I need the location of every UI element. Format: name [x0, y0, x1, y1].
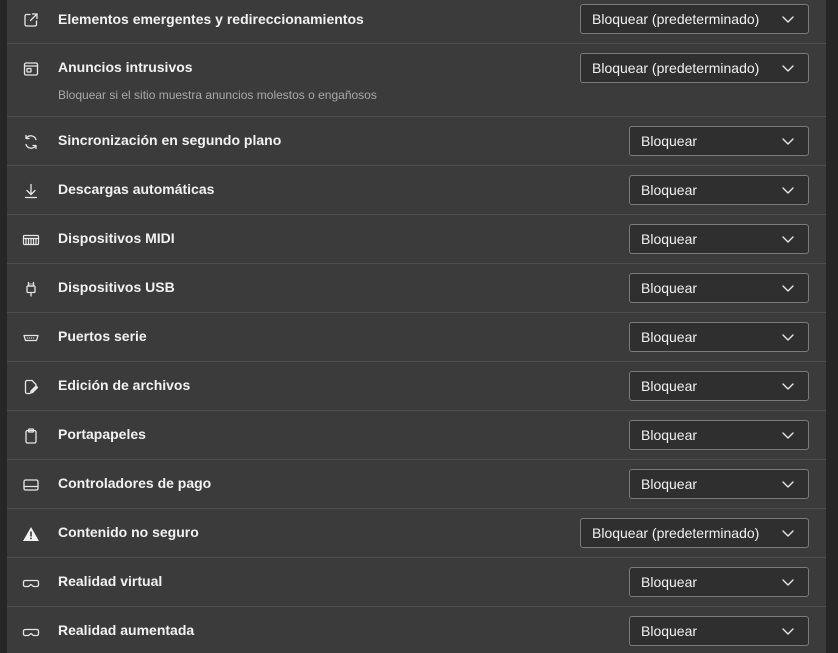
- chevron-down-icon: [782, 479, 794, 489]
- ad-window-icon: [22, 60, 40, 78]
- insecure-content-select[interactable]: Bloquear (predeterminado): [580, 518, 809, 548]
- setting-row-serial: Puertos serie Bloquear: [7, 313, 826, 362]
- clipboard-select[interactable]: Bloquear: [629, 420, 809, 450]
- select-value: Bloquear: [641, 476, 698, 492]
- setting-label: Descargas automáticas: [58, 181, 215, 197]
- setting-row-vr: Realidad virtual Bloquear: [7, 558, 826, 607]
- setting-row-intrusive-ads: Anuncios intrusivos Bloquear si el sitio…: [7, 44, 826, 117]
- setting-description: Bloquear si el sitio muestra anuncios mo…: [58, 88, 377, 102]
- select-value: Bloquear: [641, 329, 698, 345]
- chevron-down-icon: [782, 14, 794, 24]
- chevron-down-icon: [782, 63, 794, 73]
- intrusive-ads-select[interactable]: Bloquear (predeterminado): [580, 53, 809, 83]
- sync-icon: [22, 133, 40, 151]
- setting-label: Puertos serie: [58, 328, 147, 344]
- select-value: Bloquear: [641, 427, 698, 443]
- select-value: Bloquear: [641, 231, 698, 247]
- select-value: Bloquear: [641, 280, 698, 296]
- file-editing-select[interactable]: Bloquear: [629, 371, 809, 401]
- setting-label: Edición de archivos: [58, 377, 191, 393]
- setting-label: Portapapeles: [58, 426, 146, 442]
- warning-icon: [22, 525, 40, 543]
- chevron-down-icon: [782, 332, 794, 342]
- setting-row-background-sync: Sincronización en segundo plano Bloquear: [7, 117, 826, 166]
- piano-keys-icon: [22, 231, 40, 249]
- select-value: Bloquear (predeterminado): [592, 60, 760, 76]
- chevron-down-icon: [782, 528, 794, 538]
- select-value: Bloquear: [641, 182, 698, 198]
- setting-row-popups: Elementos emergentes y redireccionamient…: [7, 0, 826, 44]
- select-value: Bloquear: [641, 378, 698, 394]
- chevron-down-icon: [782, 381, 794, 391]
- setting-row-payment-handlers: Controladores de pago Bloquear: [7, 460, 826, 509]
- setting-row-clipboard: Portapapeles Bloquear: [7, 411, 826, 460]
- ar-headset-icon: [22, 623, 40, 641]
- chevron-down-icon: [782, 626, 794, 636]
- select-value: Bloquear: [641, 574, 698, 590]
- setting-row-insecure-content: Contenido no seguro Bloquear (predetermi…: [7, 509, 826, 558]
- setting-label: Contenido no seguro: [58, 524, 199, 540]
- setting-row-file-editing: Edición de archivos Bloquear: [7, 362, 826, 411]
- card-icon: [22, 476, 40, 494]
- site-permissions-panel: Elementos emergentes y redireccionamient…: [7, 0, 826, 653]
- select-value: Bloquear (predeterminado): [592, 11, 760, 27]
- serial-select[interactable]: Bloquear: [629, 322, 809, 352]
- external-window-icon: [22, 11, 40, 29]
- background-sync-select[interactable]: Bloquear: [629, 126, 809, 156]
- chevron-down-icon: [782, 430, 794, 440]
- select-value: Bloquear: [641, 133, 698, 149]
- serial-port-icon: [22, 329, 40, 347]
- setting-label: Anuncios intrusivos: [58, 59, 193, 75]
- ar-select[interactable]: Bloquear: [629, 616, 809, 646]
- setting-row-midi: Dispositivos MIDI Bloquear: [7, 215, 826, 264]
- setting-label: Realidad aumentada: [58, 622, 195, 638]
- download-icon: [22, 182, 40, 200]
- usb-icon: [22, 280, 40, 298]
- payment-handlers-select[interactable]: Bloquear: [629, 469, 809, 499]
- auto-downloads-select[interactable]: Bloquear: [629, 175, 809, 205]
- select-value: Bloquear (predeterminado): [592, 525, 760, 541]
- select-value: Bloquear: [641, 623, 698, 639]
- setting-label: Dispositivos USB: [58, 279, 175, 295]
- setting-label: Sincronización en segundo plano: [58, 132, 282, 148]
- setting-label: Elementos emergentes y redireccionamient…: [58, 11, 364, 27]
- setting-row-ar: Realidad aumentada Bloquear: [7, 607, 826, 653]
- chevron-down-icon: [782, 136, 794, 146]
- file-edit-icon: [22, 378, 40, 396]
- vr-headset-icon: [22, 574, 40, 592]
- chevron-down-icon: [782, 234, 794, 244]
- midi-select[interactable]: Bloquear: [629, 224, 809, 254]
- chevron-down-icon: [782, 577, 794, 587]
- setting-label: Realidad virtual: [58, 573, 163, 589]
- vr-select[interactable]: Bloquear: [629, 567, 809, 597]
- chevron-down-icon: [782, 283, 794, 293]
- usb-select[interactable]: Bloquear: [629, 273, 809, 303]
- setting-row-auto-downloads: Descargas automáticas Bloquear: [7, 166, 826, 215]
- setting-row-usb: Dispositivos USB Bloquear: [7, 264, 826, 313]
- chevron-down-icon: [782, 185, 794, 195]
- setting-label: Controladores de pago: [58, 475, 212, 491]
- popups-select[interactable]: Bloquear (predeterminado): [580, 4, 809, 34]
- setting-label: Dispositivos MIDI: [58, 230, 175, 246]
- clipboard-icon: [22, 427, 40, 445]
